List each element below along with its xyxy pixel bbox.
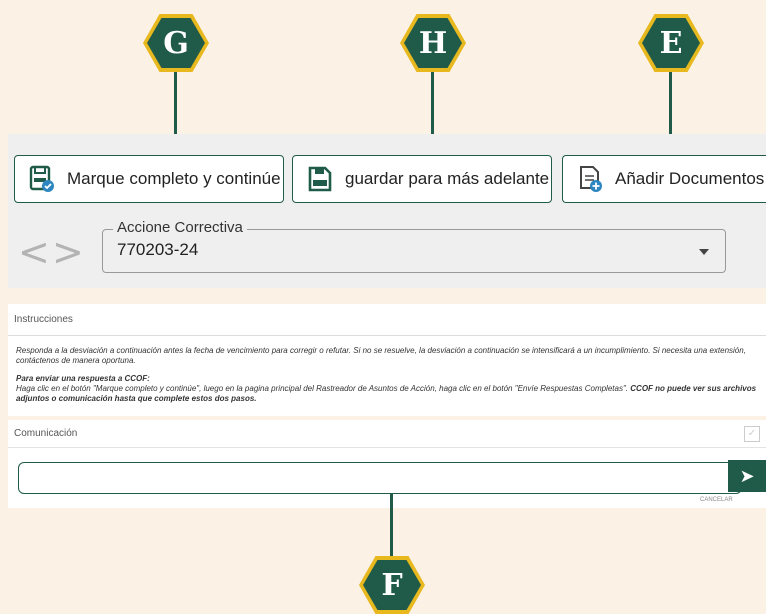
add-documents-button[interactable]: Añadir Documentos	[562, 155, 766, 203]
communication-header: Comunicación ✓	[8, 420, 766, 448]
instructions-paragraph: Responda a la desviación a continuación …	[16, 346, 746, 365]
save-later-label: guardar para más adelante	[345, 169, 550, 188]
badge-g-label: G	[147, 18, 205, 68]
instructions-how-to: Para enviar una respuesta a CCOF: Haga c…	[16, 374, 760, 404]
connector-f	[390, 493, 393, 559]
badge-h-label: H	[404, 18, 462, 68]
instructions-title: Instrucciones	[14, 314, 73, 325]
mark-complete-label: Marque completo y continúe	[67, 169, 281, 188]
how-to-text: Haga clic en el botón "Marque completo y…	[16, 384, 629, 393]
send-button[interactable]: ➤	[728, 460, 766, 492]
mark-complete-button[interactable]: Marque completo y continúe	[14, 155, 284, 203]
badge-e: E	[638, 14, 704, 72]
select-legend: Accione Correctiva	[113, 219, 247, 236]
badge-f-label: F	[363, 560, 421, 610]
corrective-action-select[interactable]: Accione Correctiva 770203-24	[102, 219, 726, 273]
add-documents-label: Añadir Documentos	[615, 169, 765, 188]
save-icon	[308, 166, 332, 192]
chevron-down-icon	[699, 249, 709, 255]
next-arrow-icon[interactable]: >	[52, 233, 84, 271]
instructions-header: Instrucciones	[8, 304, 766, 336]
badge-h: H	[400, 14, 466, 72]
badge-g: G	[143, 14, 209, 72]
checkmark-icon[interactable]: ✓	[744, 426, 760, 442]
select-value: 770203-24	[117, 240, 199, 259]
how-to-title: Para enviar una respuesta a CCOF:	[16, 374, 150, 383]
add-document-icon	[580, 166, 602, 192]
save-later-button[interactable]: guardar para más adelante	[292, 155, 552, 203]
prev-arrow-icon[interactable]: <	[18, 233, 50, 271]
badge-e-label: E	[642, 18, 700, 68]
communication-input[interactable]: ▲▼	[18, 462, 742, 494]
badge-f: F	[359, 556, 425, 614]
instructions-body: Responda a la desviación a continuación …	[8, 336, 766, 416]
communication-area: ▲▼	[8, 448, 766, 508]
send-icon: ➤	[739, 465, 755, 486]
cancel-link[interactable]: CANCELAR	[700, 497, 733, 503]
save-check-icon	[29, 165, 54, 192]
communication-title: Comunicación	[14, 428, 78, 439]
